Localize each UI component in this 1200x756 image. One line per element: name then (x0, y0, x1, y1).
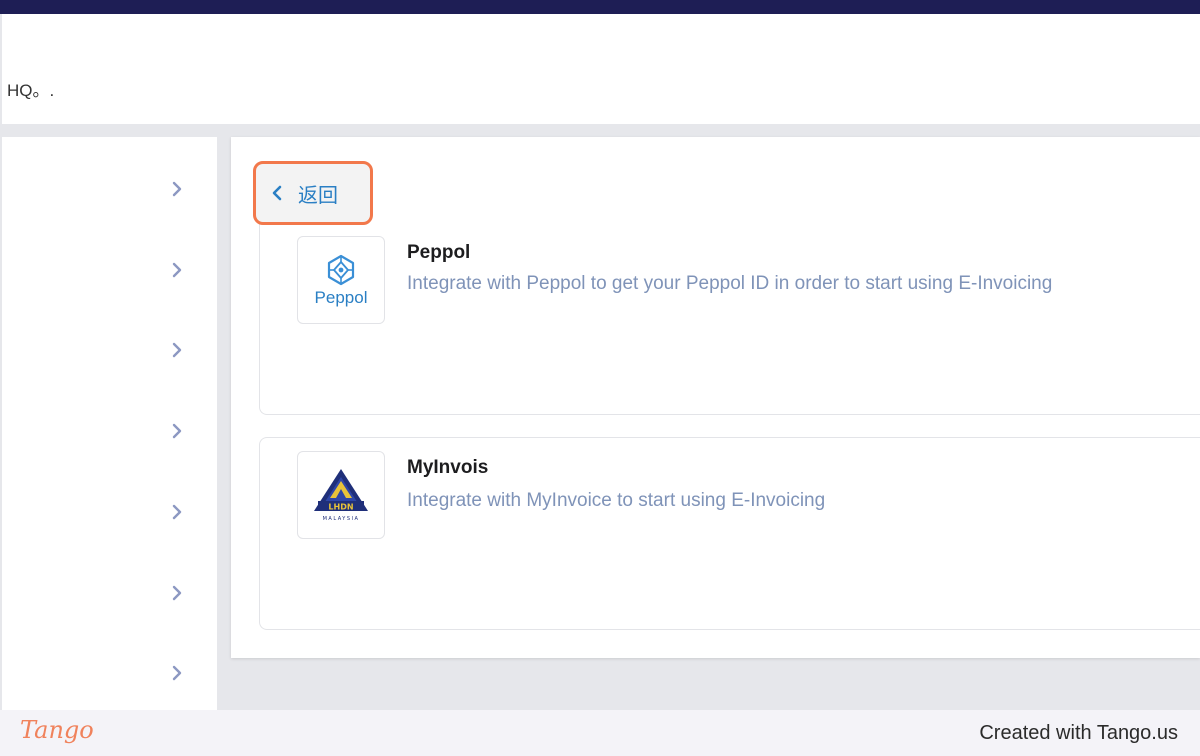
chevron-right-icon[interactable] (170, 664, 184, 682)
card-title: Peppol (407, 242, 471, 263)
card-description: Integrate with MyInvoice to start using … (407, 490, 826, 511)
lhdn-logo-text: LHDN (328, 503, 353, 512)
integration-card-peppol[interactable]: Peppol Peppol Integrate with Peppol to g… (259, 222, 1200, 415)
integration-card-myinvois[interactable]: LHDN MALAYSIA MyInvois Integrate with My… (259, 437, 1200, 630)
top-bar (0, 0, 1200, 14)
card-title: MyInvois (407, 457, 489, 478)
sidebar (2, 137, 217, 710)
card-description: Integrate with Peppol to get your Peppol… (407, 273, 1053, 294)
back-button[interactable]: 返回 (253, 161, 373, 225)
chevron-right-icon[interactable] (170, 341, 184, 359)
chevron-right-icon[interactable] (170, 422, 184, 440)
peppol-logo-text: Peppol (314, 287, 368, 307)
chevron-right-icon[interactable] (170, 261, 184, 279)
tango-logo: Tango (20, 716, 94, 744)
chevron-right-icon[interactable] (170, 503, 184, 521)
lhdn-logo-subtext: MALAYSIA (323, 516, 360, 522)
header: HQ。. (2, 14, 1200, 124)
peppol-network-icon (327, 254, 355, 285)
chevron-left-icon (270, 184, 284, 202)
back-button-label: 返回 (298, 182, 338, 207)
footer: Tango Created with Tango.us (0, 710, 1200, 756)
created-with-text: Created with Tango.us (979, 722, 1178, 744)
chevron-right-icon[interactable] (170, 180, 184, 198)
chevron-right-icon[interactable] (170, 584, 184, 602)
lhdn-emblem-icon: LHDN MALAYSIA (314, 469, 368, 522)
peppol-logo: Peppol (297, 236, 385, 324)
header-text: HQ。. (7, 81, 55, 100)
lhdn-logo: LHDN MALAYSIA (297, 451, 385, 539)
